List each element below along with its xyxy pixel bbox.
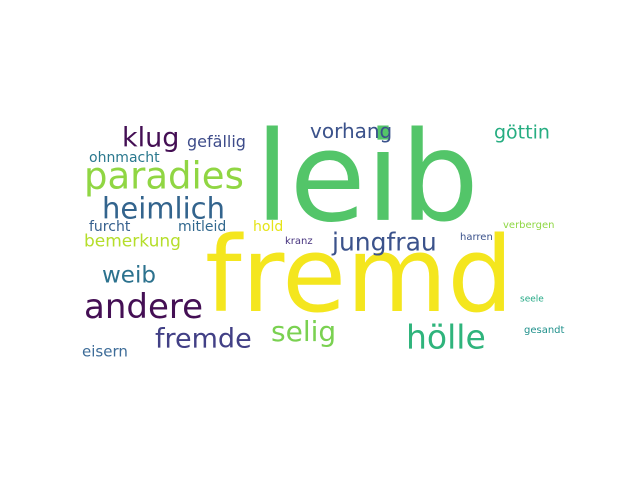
word-kranz: kranz	[285, 236, 313, 247]
word-cloud: leib fremd paradies heimlich andere klug…	[0, 0, 640, 480]
word-jungfrau: jungfrau	[332, 227, 437, 257]
word-klug: klug	[122, 122, 180, 154]
word-furcht: furcht	[89, 219, 131, 235]
word-hoelle: hölle	[406, 317, 486, 357]
word-goettin: göttin	[494, 121, 550, 144]
word-verbergen: verbergen	[503, 220, 555, 231]
word-vorhang: vorhang	[310, 119, 393, 143]
word-mitleid: mitleid	[178, 219, 227, 235]
word-gesandt: gesandt	[524, 325, 565, 336]
word-fremde: fremde	[155, 323, 252, 355]
word-bemerkung: bemerkung	[84, 231, 181, 252]
word-harren: harren	[460, 232, 493, 243]
word-andere: andere	[84, 287, 204, 327]
word-weib: weib	[102, 262, 156, 289]
word-selig: selig	[271, 315, 337, 348]
word-hold: hold	[253, 219, 284, 235]
word-eisern: eisern	[82, 342, 128, 361]
word-ohnmacht: ohnmacht	[89, 150, 160, 166]
word-seele: seele	[520, 294, 544, 305]
word-gefaellig: gefällig	[187, 132, 246, 151]
